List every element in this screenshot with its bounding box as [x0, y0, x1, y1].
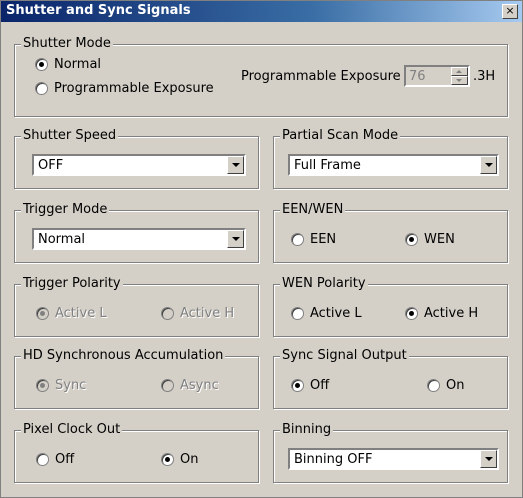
- trigger-polarity-group: Trigger Polarity Active L Active H: [14, 276, 259, 337]
- partial-scan-select[interactable]: Full Frame: [288, 154, 499, 176]
- wen-polarity-legend: WEN Polarity: [280, 276, 368, 291]
- shutter-speed-select[interactable]: OFF: [32, 154, 246, 176]
- hd-sync-sync-radio[interactable]: Sync: [36, 378, 86, 393]
- radio-unchecked-icon: [291, 233, 304, 246]
- radio-label: Active L: [55, 306, 107, 321]
- chevron-down-icon[interactable]: [480, 450, 497, 468]
- trigger-polarity-legend: Trigger Polarity: [21, 276, 123, 291]
- radio-unchecked-icon: [35, 82, 48, 95]
- shutter-mode-group: Shutter Mode Normal Programmable Exposur…: [14, 36, 508, 117]
- radio-label: Off: [55, 452, 75, 467]
- wen-polarity-high-radio[interactable]: Active H: [405, 306, 478, 321]
- sync-output-off-radio[interactable]: Off: [291, 378, 329, 393]
- partial-scan-legend: Partial Scan Mode: [280, 128, 401, 143]
- radio-label: On: [446, 378, 465, 393]
- radio-unchecked-icon: [36, 453, 49, 466]
- sync-output-on-radio[interactable]: On: [427, 378, 464, 393]
- radio-label: Active H: [180, 306, 235, 321]
- radio-checked-icon: [405, 233, 418, 246]
- pixel-clock-legend: Pixel Clock Out: [21, 422, 123, 437]
- shutter-speed-group: Shutter Speed OFF: [14, 128, 259, 189]
- hd-sync-group: HD Synchronous Accumulation Sync Async: [14, 348, 259, 409]
- radio-label: Async: [180, 378, 219, 393]
- trigger-mode-group: Trigger Mode Normal: [14, 202, 259, 263]
- close-button[interactable]: ×: [502, 4, 518, 19]
- radio-checked-icon: [36, 307, 49, 320]
- chevron-down-icon[interactable]: [480, 156, 497, 174]
- select-value: OFF: [38, 158, 64, 173]
- radio-checked-icon: [36, 379, 49, 392]
- select-value: Full Frame: [294, 158, 361, 173]
- radio-unchecked-icon: [427, 379, 440, 392]
- exposure-spinner[interactable]: 76: [404, 65, 470, 87]
- sync-output-group: Sync Signal Output Off On: [273, 348, 508, 409]
- trigger-polarity-high-radio[interactable]: Active H: [161, 306, 234, 321]
- title-bar: Shutter and Sync Signals ×: [1, 1, 522, 22]
- radio-label: Active L: [310, 306, 362, 321]
- radio-label: On: [180, 452, 199, 467]
- programmable-exposure-label: Programmable Exposure: [241, 69, 401, 84]
- shutter-mode-programmable-radio[interactable]: Programmable Exposure: [35, 81, 214, 96]
- radio-label: Programmable Exposure: [54, 81, 214, 96]
- pixel-clock-group: Pixel Clock Out Off On: [14, 422, 259, 483]
- shutter-mode-legend: Shutter Mode: [21, 36, 113, 51]
- select-value: Binning OFF: [294, 452, 373, 467]
- partial-scan-group: Partial Scan Mode Full Frame: [273, 128, 508, 189]
- hd-sync-async-radio[interactable]: Async: [161, 378, 219, 393]
- radio-checked-icon: [161, 453, 174, 466]
- wen-polarity-group: WEN Polarity Active L Active H: [273, 276, 508, 337]
- pixel-clock-off-radio[interactable]: Off: [36, 452, 74, 467]
- een-radio[interactable]: EEN: [291, 232, 336, 247]
- radio-unchecked-icon: [161, 307, 174, 320]
- shutter-sync-dialog: Shutter and Sync Signals × Shutter Mode …: [0, 0, 523, 498]
- trigger-mode-legend: Trigger Mode: [21, 202, 110, 217]
- chevron-down-icon[interactable]: [227, 156, 244, 174]
- radio-label: Off: [310, 378, 330, 393]
- een-wen-group: EEN/WEN EEN WEN: [273, 202, 508, 263]
- exposure-value: 76: [409, 69, 426, 84]
- binning-select[interactable]: Binning OFF: [288, 448, 499, 470]
- wen-radio[interactable]: WEN: [405, 232, 455, 247]
- radio-checked-icon: [405, 307, 418, 320]
- exposure-unit: .3H: [473, 69, 496, 84]
- radio-checked-icon: [291, 379, 304, 392]
- binning-legend: Binning: [280, 422, 334, 437]
- pixel-clock-on-radio[interactable]: On: [161, 452, 198, 467]
- select-value: Normal: [38, 232, 86, 247]
- chevron-down-icon[interactable]: [227, 230, 244, 248]
- sync-output-legend: Sync Signal Output: [280, 348, 409, 363]
- radio-label: Normal: [54, 57, 102, 72]
- binning-group: Binning Binning OFF: [273, 422, 508, 483]
- radio-label: EEN: [310, 232, 337, 247]
- shutter-speed-legend: Shutter Speed: [21, 128, 119, 143]
- spin-down-icon[interactable]: [451, 76, 468, 85]
- radio-unchecked-icon: [161, 379, 174, 392]
- spin-up-icon[interactable]: [451, 67, 468, 76]
- hd-sync-legend: HD Synchronous Accumulation: [21, 348, 226, 363]
- radio-label: Sync: [55, 378, 87, 393]
- trigger-mode-select[interactable]: Normal: [32, 228, 246, 250]
- radio-unchecked-icon: [291, 307, 304, 320]
- radio-checked-icon: [35, 58, 48, 71]
- trigger-polarity-low-radio[interactable]: Active L: [36, 306, 107, 321]
- window-title: Shutter and Sync Signals: [6, 3, 191, 18]
- radio-label: Active H: [424, 306, 479, 321]
- shutter-mode-normal-radio[interactable]: Normal: [35, 57, 101, 72]
- wen-polarity-low-radio[interactable]: Active L: [291, 306, 362, 321]
- een-wen-legend: EEN/WEN: [280, 202, 346, 217]
- radio-label: WEN: [424, 232, 455, 247]
